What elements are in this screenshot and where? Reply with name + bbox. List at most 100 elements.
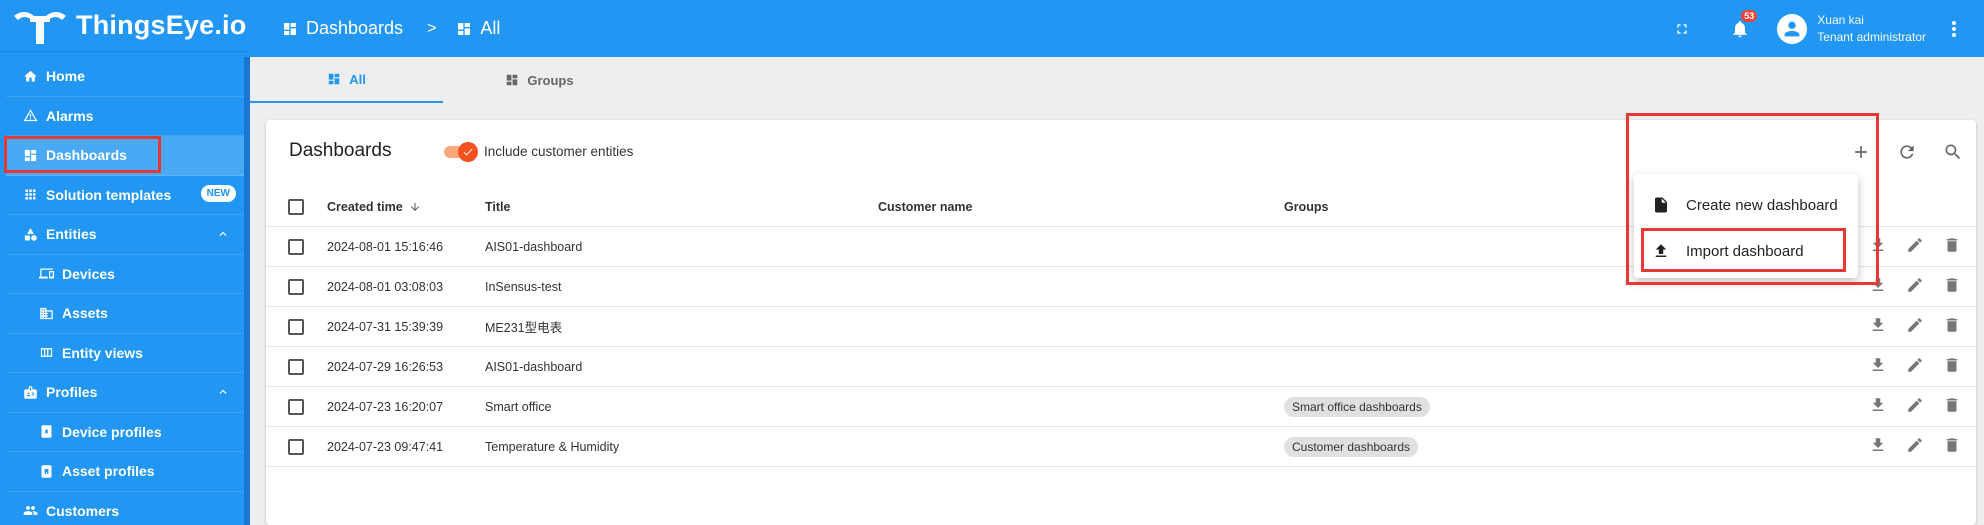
file-icon (1655, 197, 1667, 213)
export-button[interactable] (1859, 236, 1896, 257)
import-dashboard-menu-item[interactable]: Import dashboard (1634, 228, 1858, 274)
select-all-cell (288, 187, 304, 226)
refresh-button[interactable] (1884, 138, 1930, 166)
edit-button[interactable] (1896, 356, 1933, 377)
edit-button[interactable] (1896, 236, 1933, 257)
cell-title: InSensus-test (485, 279, 562, 294)
export-button[interactable] (1859, 316, 1896, 337)
logo-text: ThingsEye.io (76, 10, 247, 40)
apps-icon (22, 187, 38, 203)
sidebar-item-label: Dashboards (46, 147, 127, 164)
breadcrumb-dashboards[interactable]: Dashboards (306, 18, 403, 39)
sidebar-item-label: Device profiles (62, 423, 162, 440)
tab-all[interactable]: All (250, 57, 443, 103)
edit-button[interactable] (1896, 276, 1933, 297)
delete-button[interactable] (1933, 356, 1970, 377)
select-all-checkbox[interactable] (288, 198, 304, 215)
group-chip[interactable]: Customer dashboards (1284, 436, 1419, 457)
sidebar-scrollbar[interactable] (244, 57, 250, 525)
top-bar: Dashboards > All 53 Xuan kai Tenant admi… (250, 0, 1984, 57)
edit-button[interactable] (1896, 316, 1933, 337)
delete-icon (1943, 436, 1961, 457)
fullscreen-icon[interactable] (1671, 18, 1693, 40)
cell-created-time: 2024-08-01 03:08:03 (327, 279, 444, 294)
sidebar-item-entity-views[interactable]: Entity views (6, 334, 244, 373)
download-icon (1869, 396, 1887, 417)
sidebar-item-dashboards[interactable]: Dashboards (6, 136, 244, 176)
export-button[interactable] (1859, 276, 1896, 297)
table-row[interactable]: 2024-07-31 15:39:39 ME231型电表 (266, 307, 1976, 347)
row-checkbox[interactable] (288, 278, 304, 295)
table-row[interactable]: 2024-07-23 16:20:07 Smart office Smart off… (266, 387, 1976, 427)
breadcrumb-all: All (480, 18, 501, 38)
sidebar-item-alarms[interactable]: Alarms (6, 97, 244, 136)
download-icon (1869, 316, 1887, 337)
add-button[interactable] (1838, 138, 1884, 166)
delete-button[interactable] (1933, 276, 1970, 297)
row-checkbox[interactable] (288, 438, 304, 455)
row-checkbox[interactable] (288, 358, 304, 375)
table-row[interactable]: 2024-07-23 09:47:41 Temperature & Humidit… (266, 427, 1976, 467)
sidebar-item-asset-profiles[interactable]: Asset profiles (6, 452, 244, 492)
include-customer-entities-toggle[interactable] (444, 142, 478, 162)
export-button[interactable] (1859, 396, 1896, 417)
delete-button[interactable] (1933, 436, 1970, 457)
create-new-dashboard-menu-item[interactable]: Create new dashboard (1634, 182, 1858, 228)
sidebar-item-solution-templates[interactable]: Solution templates NEW (6, 176, 244, 215)
row-select-cell (288, 307, 304, 346)
sidebar-item-customers[interactable]: Customers (6, 492, 244, 525)
row-checkbox[interactable] (288, 398, 304, 415)
column-header-created-time[interactable]: Created time (327, 187, 421, 226)
search-button[interactable] (1930, 138, 1976, 166)
sidebar-item-devices[interactable]: Devices (6, 255, 244, 294)
chevron-up-icon[interactable] (216, 385, 230, 399)
cell-created-time: 2024-07-23 09:47:41 (327, 439, 444, 454)
add-icon (1855, 146, 1867, 158)
edit-button[interactable] (1896, 436, 1933, 457)
group-chip[interactable]: Smart office dashboards (1284, 396, 1430, 417)
user-menu[interactable]: Xuan kai Tenant administrator (1777, 12, 1926, 46)
breadcrumb-separator: > (427, 19, 437, 37)
export-button[interactable] (1859, 436, 1896, 457)
notifications-count-badge: 53 (1741, 9, 1758, 22)
sidebar-item-device-profiles[interactable]: Device profiles (6, 413, 244, 452)
edit-icon (1906, 356, 1924, 377)
edit-icon (1906, 316, 1924, 337)
edit-button[interactable] (1896, 396, 1933, 417)
sidebar-item-home[interactable]: Home (6, 57, 244, 97)
delete-icon (1943, 276, 1961, 297)
table-row[interactable]: 2024-07-29 16:26:53 AIS01-dashboard (266, 347, 1976, 387)
cell-created-time: 2024-07-23 16:20:07 (327, 399, 444, 414)
delete-button[interactable] (1933, 316, 1970, 337)
upload-icon (1655, 244, 1667, 257)
search-icon (1945, 144, 1961, 160)
sidebar-item-assets[interactable]: Assets (6, 294, 244, 334)
view-quilt-icon (38, 345, 54, 361)
logo[interactable]: ThingsEye.io (0, 0, 250, 52)
user-name: Xuan kai (1817, 12, 1864, 27)
devices-icon (38, 266, 54, 282)
delete-button[interactable] (1933, 396, 1970, 417)
edit-icon (1906, 396, 1924, 417)
cell-created-time: 2024-07-31 15:39:39 (327, 319, 444, 334)
more-vert-icon[interactable] (1944, 20, 1964, 38)
sidebar-item-profiles[interactable]: Profiles (6, 373, 244, 413)
delete-button[interactable] (1933, 236, 1970, 257)
chevron-up-icon[interactable] (216, 227, 230, 241)
export-button[interactable] (1859, 356, 1896, 377)
people-icon (22, 503, 38, 519)
row-checkbox[interactable] (288, 238, 304, 255)
column-header-title[interactable]: Title (485, 187, 510, 226)
device-profile-icon (38, 424, 54, 440)
home-icon (22, 68, 38, 84)
download-icon (1869, 356, 1887, 377)
sidebar-item-entities[interactable]: Entities (6, 215, 244, 255)
user-role: Tenant administrator (1817, 29, 1926, 44)
row-checkbox[interactable] (288, 318, 304, 335)
dashboard-icon (22, 147, 38, 163)
column-header-customer-name[interactable]: Customer name (878, 187, 972, 226)
tab-groups[interactable]: Groups (443, 57, 636, 103)
tab-bar: All Groups (250, 57, 1984, 103)
notifications-icon[interactable]: 53 (1729, 9, 1758, 40)
row-actions (1859, 267, 1976, 306)
